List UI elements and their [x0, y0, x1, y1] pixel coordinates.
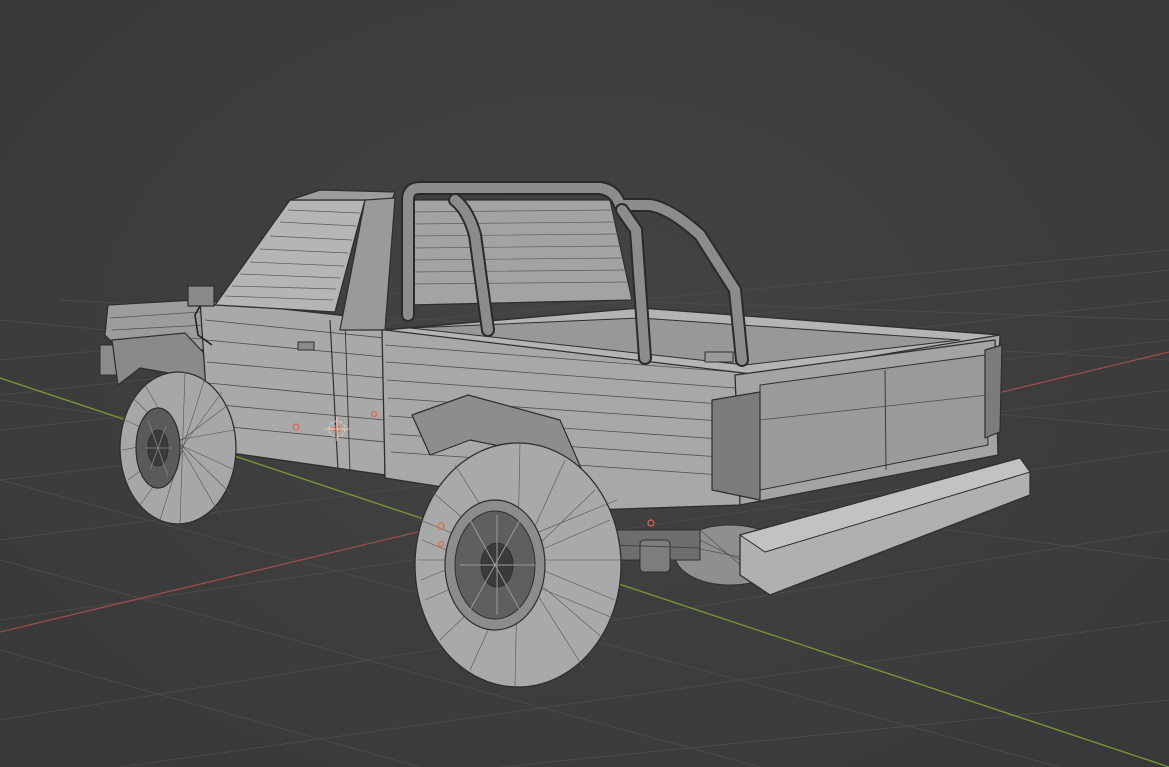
tail-light-right [984, 344, 1003, 439]
rear-cab-window [407, 199, 633, 306]
tail-light-left [711, 391, 761, 501]
pickup-truck-mesh[interactable] [99, 181, 1031, 688]
rear-wheel [414, 442, 622, 688]
viewport-canvas[interactable] [0, 0, 1169, 767]
front-wheel [119, 371, 237, 525]
3d-viewport[interactable] [0, 0, 1169, 767]
